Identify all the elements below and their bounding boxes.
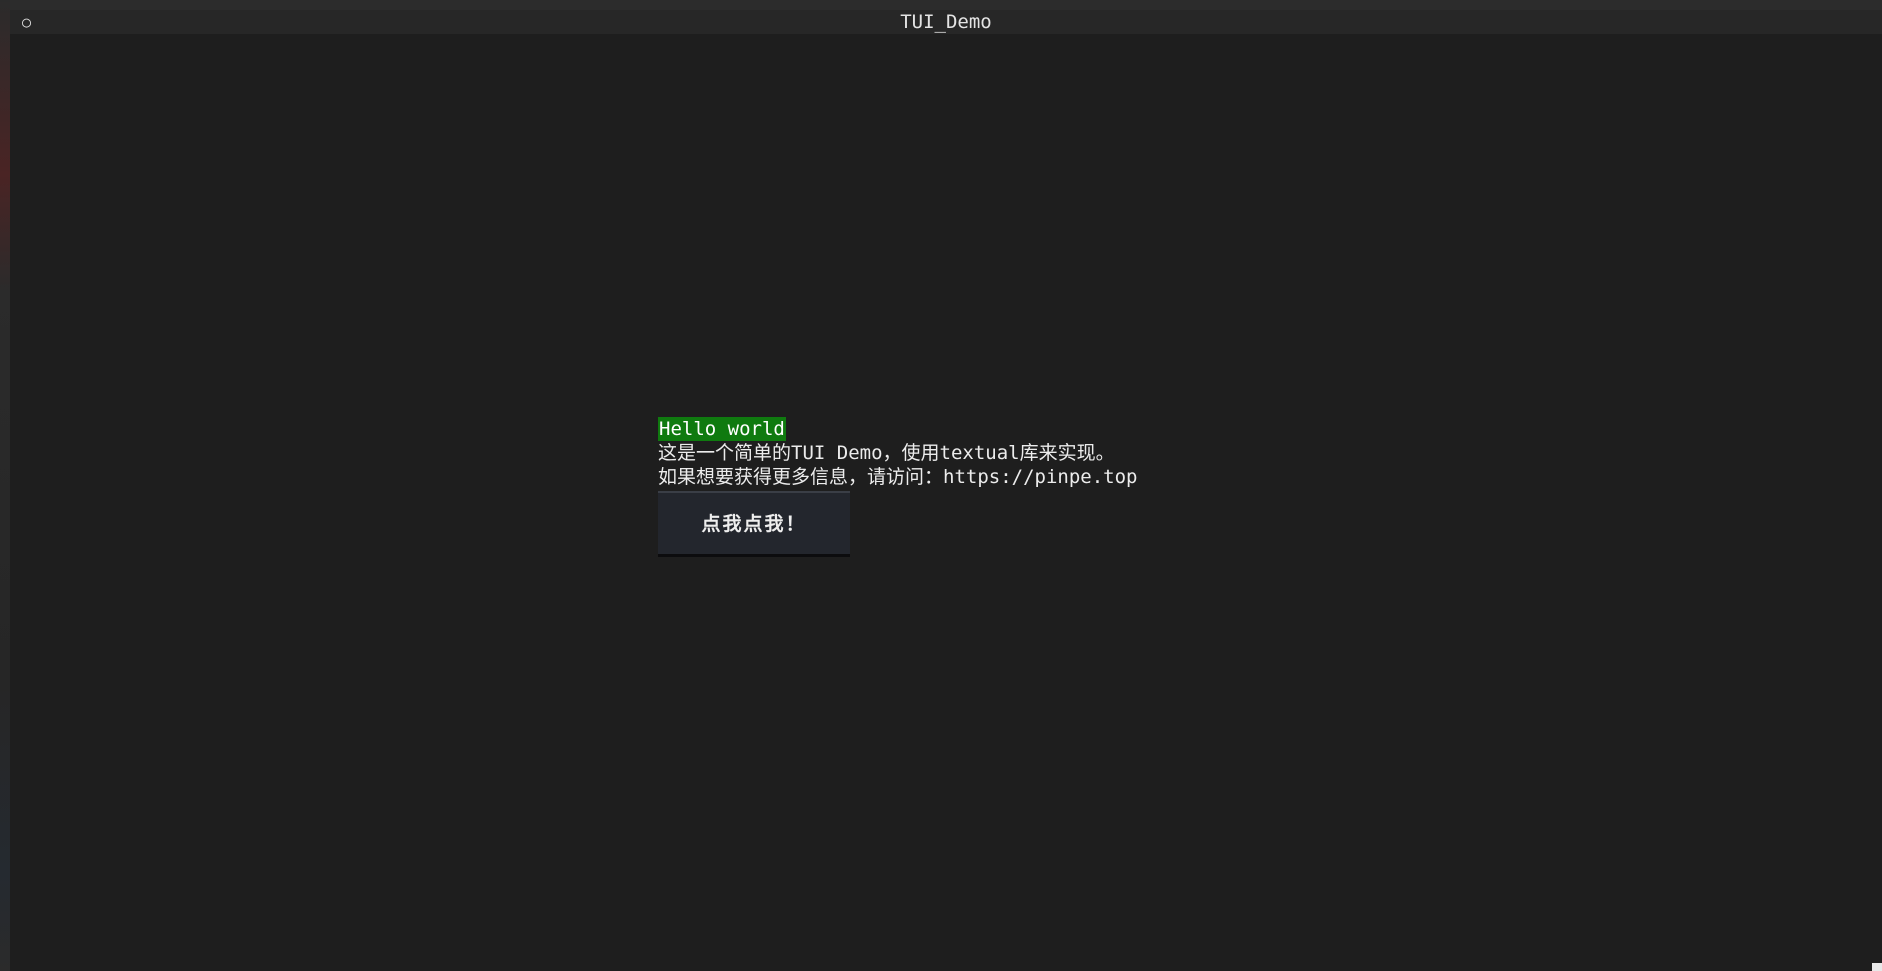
hello-label: Hello world [658, 417, 786, 441]
terminal-screen: ○ TUI_Demo Hello world 这是一个简单的TUI Demo，使… [0, 0, 1882, 971]
app-title: TUI_Demo [900, 11, 992, 33]
main-content: Hello world 这是一个简单的TUI Demo，使用textual库来实… [658, 417, 1137, 557]
app-header: ○ TUI_Demo [10, 10, 1882, 34]
click-me-button[interactable]: 点我点我！ [658, 491, 850, 557]
top-edge [0, 0, 1882, 10]
description-line-1: 这是一个简单的TUI Demo，使用textual库来实现。 [658, 442, 1115, 464]
cursor-block [1872, 963, 1882, 971]
left-edge [0, 0, 10, 971]
description-line-2: 如果想要获得更多信息，请访问：https://pinpe.top [658, 466, 1138, 488]
